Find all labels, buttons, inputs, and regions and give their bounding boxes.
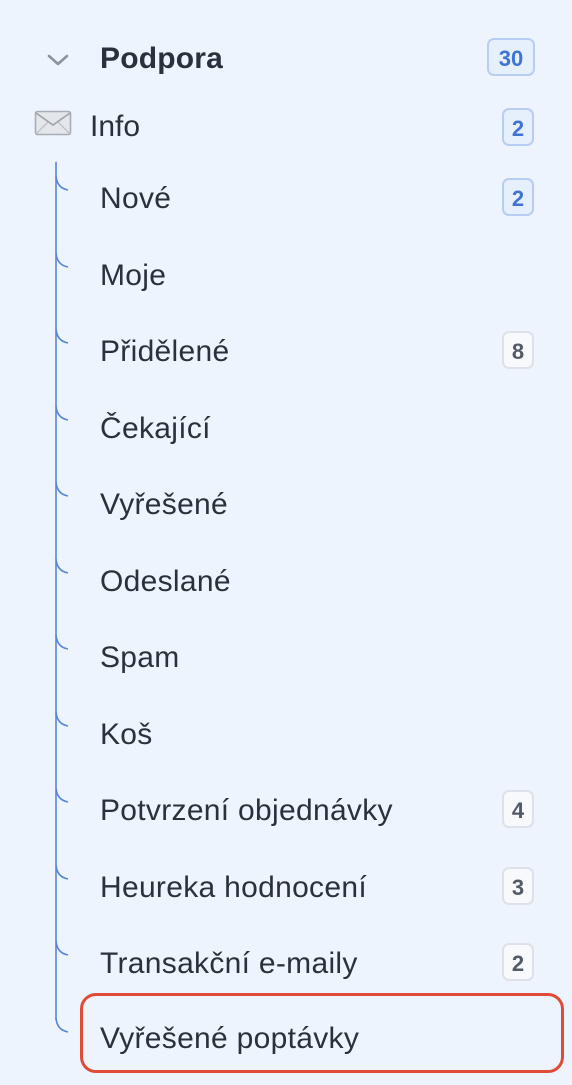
group-header-podpora[interactable]: Podpora 30 bbox=[0, 30, 572, 90]
group-count-badge: 30 bbox=[487, 38, 535, 76]
group-title: Podpora bbox=[100, 42, 224, 75]
highlight-outline bbox=[80, 993, 564, 1073]
folder-count-badge: 8 bbox=[502, 331, 534, 369]
account-count-badge: 2 bbox=[502, 108, 534, 146]
mail-folder-sidebar: Podpora 30 Info 2 Nové 2 Moje Přidělené … bbox=[0, 0, 572, 1085]
folder-label: Moje bbox=[100, 259, 167, 292]
folder-label: Spam bbox=[100, 641, 180, 674]
folder-label: Odeslané bbox=[100, 565, 231, 598]
folder-label: Přidělené bbox=[100, 335, 230, 368]
account-item-info[interactable]: Info 2 bbox=[0, 98, 572, 156]
folder-item-nove[interactable]: Nové 2 bbox=[0, 164, 572, 232]
folder-label: Potvrzení objednávky bbox=[100, 794, 393, 827]
folder-count-badge: 2 bbox=[502, 943, 534, 981]
folder-label: Nové bbox=[100, 182, 172, 215]
account-label: Info bbox=[90, 110, 141, 143]
folder-item-potvrzeni-objednavky[interactable]: Potvrzení objednávky 4 bbox=[0, 776, 572, 844]
folder-item-transakcni-e-maily[interactable]: Transakční e-maily 2 bbox=[0, 929, 572, 997]
folder-item-pridelene[interactable]: Přidělené 8 bbox=[0, 317, 572, 385]
folder-label: Vyřešené bbox=[100, 488, 229, 521]
folder-label: Koš bbox=[100, 718, 153, 751]
folder-item-spam[interactable]: Spam bbox=[0, 623, 572, 691]
folder-label: Transakční e-maily bbox=[100, 947, 358, 980]
folder-label: Čekající bbox=[100, 412, 211, 445]
chevron-down-icon[interactable] bbox=[44, 50, 72, 70]
folder-item-cekajici[interactable]: Čekající bbox=[0, 394, 572, 462]
folder-item-moje[interactable]: Moje bbox=[0, 241, 572, 309]
folder-item-odeslane[interactable]: Odeslané bbox=[0, 547, 572, 615]
folder-item-vyresene[interactable]: Vyřešené bbox=[0, 470, 572, 538]
folder-item-heureka-hodnoceni[interactable]: Heureka hodnocení 3 bbox=[0, 853, 572, 921]
folder-count-badge: 2 bbox=[502, 178, 534, 216]
envelope-icon bbox=[34, 110, 72, 136]
folder-tree-lines bbox=[55, 162, 69, 1033]
folder-item-kos[interactable]: Koš bbox=[0, 700, 572, 768]
folder-count-badge: 3 bbox=[502, 867, 534, 905]
folder-label: Heureka hodnocení bbox=[100, 871, 367, 904]
folder-count-badge: 4 bbox=[502, 790, 534, 828]
